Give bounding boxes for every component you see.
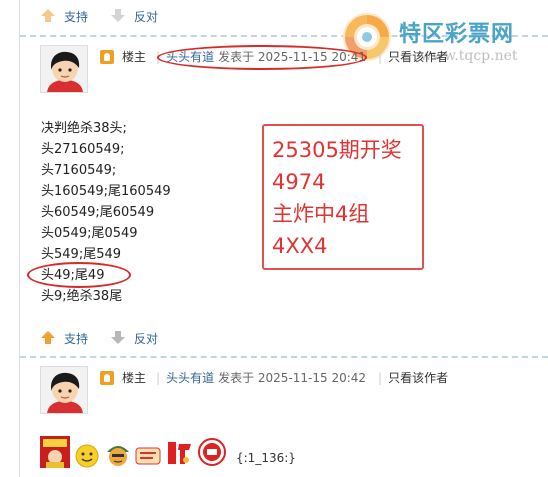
post-header: 楼主 | 头头有道 发表于 2025-11-15 20:41 | 只看该作者 bbox=[40, 45, 540, 93]
post-vote-bar: 支持 反对 bbox=[20, 322, 548, 354]
support-button[interactable]: 支持 bbox=[40, 8, 88, 25]
post-meta: 楼主 | 头头有道 发表于 2025-11-15 20:42 | 只看该作者 bbox=[100, 369, 448, 386]
meta-separator: | bbox=[156, 49, 161, 64]
draw-result-line: 主炸中4组 bbox=[272, 202, 370, 226]
only-author-link[interactable]: 只看该作者 bbox=[388, 48, 448, 65]
user-avatar-icon bbox=[41, 46, 87, 92]
prediction-line: 头49;尾49 bbox=[41, 268, 105, 283]
prediction-line: 头160549;尾160549 bbox=[41, 184, 171, 199]
author-link[interactable]: 头头有道 bbox=[166, 48, 214, 65]
emoticon-code-text: {:1_136:} bbox=[236, 451, 296, 465]
draw-result-line: 4974 bbox=[272, 170, 326, 194]
post-header: 楼主 | 头头有道 发表于 2025-11-15 20:42 | 只看该作者 bbox=[40, 366, 540, 414]
prediction-line: 头7160549; bbox=[41, 163, 117, 178]
post-time: 发表于 2025-11-15 20:41 bbox=[218, 50, 367, 64]
oppose-button[interactable]: 反对 bbox=[110, 330, 158, 347]
draw-result-line: 25305期开奖 bbox=[272, 138, 402, 162]
post-emoticons: {:1_136:} bbox=[40, 436, 296, 468]
thread-owner-icon bbox=[100, 370, 114, 385]
cheer-sticker-icon bbox=[135, 447, 161, 465]
thumb-down-icon bbox=[110, 9, 126, 23]
prediction-line: 头60549;尾60549 bbox=[41, 205, 155, 220]
smiley-emoji-icon bbox=[75, 444, 99, 468]
thumb-up-icon bbox=[40, 9, 56, 23]
meta-separator: | bbox=[378, 370, 383, 385]
soldier-emoji-icon bbox=[107, 446, 129, 466]
lucky-seal-icon bbox=[198, 438, 226, 466]
avatar[interactable] bbox=[40, 366, 88, 414]
post-time: 发表于 2025-11-15 20:42 bbox=[218, 371, 367, 385]
prediction-line: 头549;尾549 bbox=[41, 247, 122, 262]
draw-result-line: 4XX4 bbox=[272, 234, 328, 258]
watermark-title: 特区彩票网 bbox=[399, 22, 515, 47]
user-avatar-icon bbox=[41, 367, 87, 413]
thumb-down-icon bbox=[110, 331, 126, 345]
prediction-line: 决判绝杀38头; bbox=[41, 121, 127, 136]
oppose-button[interactable]: 反对 bbox=[110, 8, 158, 25]
support-button[interactable]: 支持 bbox=[40, 330, 88, 347]
prediction-line: 头27160549; bbox=[41, 142, 125, 157]
thumb-up-icon bbox=[40, 331, 56, 345]
result-annotation-box: 25305期开奖 4974 主炸中4组 4XX4 bbox=[262, 124, 424, 270]
thread-owner-icon bbox=[100, 49, 114, 64]
author-role: 楼主 bbox=[122, 50, 147, 64]
congratulations-sticker-icon bbox=[40, 436, 70, 468]
prediction-line: 头9;绝杀38尾 bbox=[41, 289, 123, 304]
prediction-line: 头0549;尾0549 bbox=[41, 226, 138, 241]
post-divider bbox=[20, 356, 548, 358]
fortune-character-icon bbox=[168, 442, 191, 464]
author-link[interactable]: 头头有道 bbox=[166, 369, 214, 386]
post-body: 决判绝杀38头; 头27160549; 头7160549; 头160549;尾1… bbox=[41, 118, 171, 307]
avatar[interactable] bbox=[40, 45, 88, 93]
post-meta: 楼主 | 头头有道 发表于 2025-11-15 20:41 | 只看该作者 bbox=[100, 48, 448, 65]
author-role: 楼主 bbox=[122, 371, 147, 385]
meta-separator: | bbox=[378, 49, 383, 64]
meta-separator: | bbox=[156, 370, 161, 385]
only-author-link[interactable]: 只看该作者 bbox=[388, 369, 448, 386]
